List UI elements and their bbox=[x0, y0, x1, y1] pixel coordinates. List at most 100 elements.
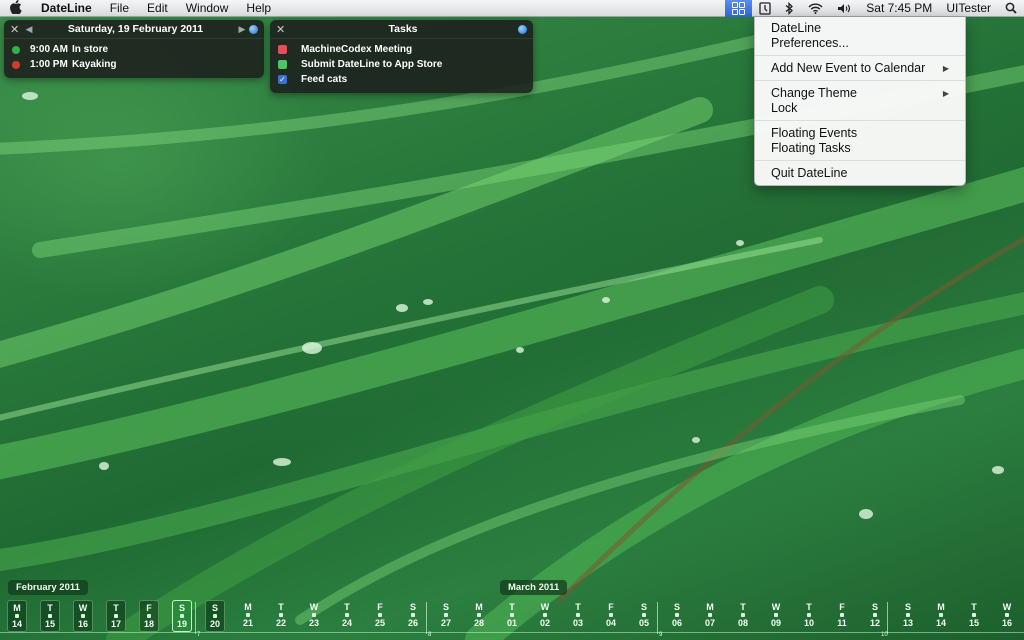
timeline-day[interactable]: F 25 bbox=[370, 600, 390, 632]
timeline-day[interactable]: S 27 bbox=[436, 600, 456, 632]
timeline-day-today[interactable]: S 19 bbox=[172, 600, 192, 632]
task-row[interactable]: MachineCodex Meeting bbox=[270, 42, 533, 57]
day-tick bbox=[840, 613, 844, 617]
timeline-day[interactable]: S 26 bbox=[403, 600, 423, 632]
menu-window[interactable]: Window bbox=[177, 0, 238, 17]
menu-help[interactable]: Help bbox=[237, 0, 280, 17]
task-checkbox-checked[interactable]: ✓ bbox=[278, 75, 287, 84]
menu-clock[interactable]: Sat 7:45 PM bbox=[859, 0, 939, 17]
timeline-day[interactable]: M 14 bbox=[931, 600, 951, 632]
close-icon[interactable]: ✕ bbox=[10, 23, 22, 36]
menu-item-quit[interactable]: Quit DateLine bbox=[755, 166, 965, 181]
day-number: 20 bbox=[209, 619, 220, 629]
timeline-day[interactable]: T 01 bbox=[502, 600, 522, 632]
event-time: 1:00 PM bbox=[30, 59, 68, 70]
menu-item-change-theme[interactable]: Change Theme ▶ bbox=[755, 86, 965, 101]
day-number: 12 bbox=[869, 618, 880, 628]
timeline-day[interactable]: F 04 bbox=[601, 600, 621, 632]
timeline-day[interactable]: M 14 bbox=[7, 600, 27, 632]
bluetooth-icon[interactable] bbox=[778, 0, 801, 17]
timeline-day[interactable]: T 10 bbox=[799, 600, 819, 632]
event-row[interactable]: 1:00 PM Kayaking bbox=[4, 57, 264, 72]
day-tick bbox=[708, 613, 712, 617]
day-letter: M bbox=[937, 602, 945, 612]
task-row[interactable]: Submit DateLine to App Store bbox=[270, 57, 533, 72]
timeline-day[interactable]: T 22 bbox=[271, 600, 291, 632]
day-tick bbox=[444, 613, 448, 617]
menu-item-floating-tasks[interactable]: Floating Tasks bbox=[755, 141, 965, 156]
menu-item-floating-events[interactable]: Floating Events bbox=[755, 126, 965, 141]
timeline-day[interactable]: F 18 bbox=[139, 600, 159, 632]
timeline-day[interactable]: T 03 bbox=[568, 600, 588, 632]
day-letter: M bbox=[706, 602, 714, 612]
next-day-icon[interactable]: ▶ bbox=[235, 24, 249, 35]
timeline-day[interactable]: S 12 bbox=[865, 600, 885, 632]
day-number: 18 bbox=[143, 619, 154, 629]
menu-item-add-new-event[interactable]: Add New Event to Calendar ▶ bbox=[755, 61, 965, 76]
dateline-status-menu: DateLine Preferences... Add New Event to… bbox=[754, 17, 966, 186]
day-letter: F bbox=[146, 603, 152, 613]
dateline-grid-icon bbox=[732, 1, 746, 15]
close-icon[interactable]: ✕ bbox=[276, 23, 288, 36]
menu-file[interactable]: File bbox=[101, 0, 138, 17]
day-tick bbox=[675, 613, 679, 617]
day-number: 22 bbox=[275, 618, 286, 628]
timeline-day[interactable]: W 16 bbox=[73, 600, 93, 632]
day-letter: S bbox=[409, 602, 416, 612]
timeline-day[interactable]: S 13 bbox=[898, 600, 918, 632]
timeline-day[interactable]: W 16 bbox=[997, 600, 1017, 632]
day-tick bbox=[246, 613, 250, 617]
day-number: 25 bbox=[374, 618, 385, 628]
timeline-day[interactable]: F 11 bbox=[832, 600, 852, 632]
timeline-day[interactable]: T 15 bbox=[40, 600, 60, 632]
app-menu-dateline[interactable]: DateLine bbox=[32, 0, 101, 17]
timeline-day[interactable]: S 06 bbox=[667, 600, 687, 632]
dateline-status-item[interactable] bbox=[725, 0, 753, 17]
timeline-day[interactable]: W 23 bbox=[304, 600, 324, 632]
timeline-days: M 14 T 15 W 16 T 17 F 18 S 19 S 20 M 21 T 22 W 23 T 24 F 25 S 26 S… bbox=[0, 600, 1024, 634]
timeline-day[interactable]: M 07 bbox=[700, 600, 720, 632]
spotlight-search-icon[interactable] bbox=[998, 0, 1024, 17]
timeline-day[interactable]: T 17 bbox=[106, 600, 126, 632]
week-number: 9 bbox=[659, 632, 663, 638]
menu-item-preferences[interactable]: Preferences... bbox=[755, 36, 965, 51]
day-tick bbox=[774, 613, 778, 617]
day-tick bbox=[807, 613, 811, 617]
menu-edit[interactable]: Edit bbox=[138, 0, 177, 17]
timeline-day[interactable]: W 02 bbox=[535, 600, 555, 632]
menu-bar: DateLine File Edit Window Help Sat 7:45 … bbox=[0, 0, 1024, 17]
time-machine-icon[interactable] bbox=[752, 0, 778, 17]
event-row[interactable]: 9:00 AM In store bbox=[4, 42, 264, 57]
timeline-day[interactable]: T 24 bbox=[337, 600, 357, 632]
panel-options-icon[interactable] bbox=[249, 24, 258, 34]
day-number: 06 bbox=[671, 618, 682, 628]
day-number: 28 bbox=[473, 618, 484, 628]
menu-item-lock[interactable]: Lock bbox=[755, 101, 965, 116]
timeline-day[interactable]: T 15 bbox=[964, 600, 984, 632]
apple-menu-icon[interactable] bbox=[0, 0, 32, 17]
volume-icon[interactable] bbox=[830, 0, 859, 17]
day-letter: F bbox=[839, 602, 845, 612]
day-letter: T bbox=[47, 603, 53, 613]
task-checkbox[interactable] bbox=[278, 45, 287, 54]
panel-options-icon[interactable] bbox=[518, 24, 527, 34]
day-tick bbox=[972, 613, 976, 617]
timeline-day[interactable]: T 08 bbox=[733, 600, 753, 632]
wifi-icon[interactable] bbox=[801, 0, 830, 17]
timeline-day[interactable]: M 21 bbox=[238, 600, 258, 632]
day-tick bbox=[906, 613, 910, 617]
task-checkbox[interactable] bbox=[278, 60, 287, 69]
menu-item-dateline[interactable]: DateLine bbox=[755, 21, 965, 36]
task-row[interactable]: ✓ Feed cats bbox=[270, 72, 533, 87]
day-tick bbox=[642, 613, 646, 617]
timeline-day[interactable]: W 09 bbox=[766, 600, 786, 632]
day-tick bbox=[939, 613, 943, 617]
day-number: 14 bbox=[935, 618, 946, 628]
day-letter: T bbox=[971, 602, 977, 612]
user-menu[interactable]: UITester bbox=[939, 0, 998, 17]
previous-day-icon[interactable]: ◀ bbox=[22, 24, 36, 35]
timeline-day[interactable]: M 28 bbox=[469, 600, 489, 632]
timeline-day[interactable]: S 20 bbox=[205, 600, 225, 632]
day-number: 04 bbox=[605, 618, 616, 628]
timeline-day[interactable]: S 05 bbox=[634, 600, 654, 632]
